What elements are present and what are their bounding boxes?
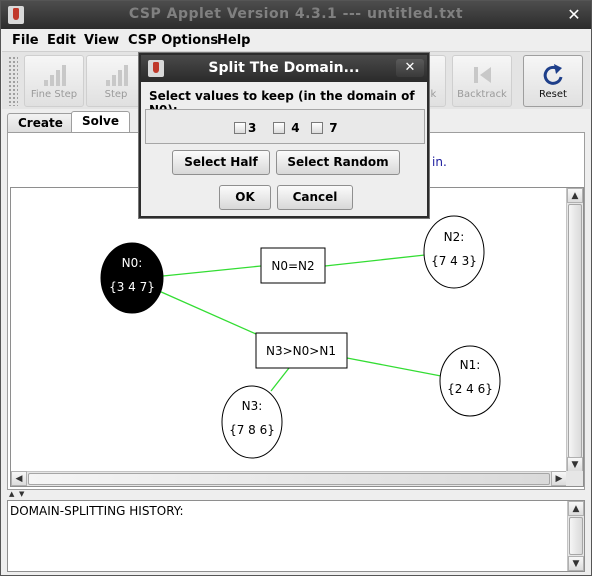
value-7-label: 7 xyxy=(329,121,338,135)
constraint-c2-label: N3>N0>N1 xyxy=(266,344,336,358)
edge-c2-n3 xyxy=(270,367,290,392)
scroll-corner xyxy=(566,471,583,486)
reset-label: Reset xyxy=(539,89,567,100)
value-3-label: 3 xyxy=(248,121,257,135)
constraint-c1[interactable]: N0=N2 xyxy=(260,247,326,284)
reset-button[interactable]: Reset xyxy=(523,55,583,107)
menubar: File Edit View CSP Options Help xyxy=(2,30,590,51)
horizontal-scroll-thumb[interactable] xyxy=(28,473,550,485)
reset-icon xyxy=(543,64,563,85)
edge-c1-n2 xyxy=(324,254,426,267)
graph-canvas[interactable]: N0: {3 4 7} N2: {7 4 3} N1: {2 4 6} N3: … xyxy=(11,188,567,472)
history-label: DOMAIN-SPLITTING HISTORY: xyxy=(10,504,184,518)
scroll-down-icon[interactable]: ▼ xyxy=(567,457,583,472)
message-text: in. xyxy=(432,155,447,169)
scroll-up-icon[interactable]: ▲ xyxy=(568,501,584,516)
variable-n0-domain: {3 4 7} xyxy=(109,280,155,294)
fine-step-label: Fine Step xyxy=(30,89,78,100)
cancel-button[interactable]: Cancel xyxy=(277,185,353,210)
collapse-down-icon[interactable]: ▼ xyxy=(19,490,24,498)
dialog-close-icon[interactable]: ✕ xyxy=(396,59,424,77)
scroll-right-icon[interactable]: ▶ xyxy=(551,471,567,486)
variable-n1-domain: {2 4 6} xyxy=(447,382,493,396)
scroll-up-icon[interactable]: ▲ xyxy=(567,188,583,203)
vertical-scroll-thumb[interactable] xyxy=(568,204,582,458)
history-panel: DOMAIN-SPLITTING HISTORY: ▲ ▼ xyxy=(7,500,585,572)
backtrack-button[interactable]: Backtrack xyxy=(452,55,512,107)
graph-horizontal-scrollbar[interactable]: ◀ ▶ xyxy=(11,471,567,486)
history-scroll-thumb[interactable] xyxy=(569,517,583,555)
scroll-left-icon[interactable]: ◀ xyxy=(11,471,27,486)
dialog-titlebar[interactable]: Split The Domain... ✕ xyxy=(141,55,427,82)
split-pane-divider[interactable]: ▲ ▼ xyxy=(7,490,585,499)
tab-solve[interactable]: Solve xyxy=(71,111,130,132)
split-domain-dialog: Split The Domain... ✕ Select values to k… xyxy=(139,53,429,218)
variable-n2-domain: {7 4 3} xyxy=(431,254,477,268)
graph-scroll-pane: N0: {3 4 7} N2: {7 4 3} N1: {2 4 6} N3: … xyxy=(10,187,584,487)
bars-icon xyxy=(44,65,66,86)
tab-create[interactable]: Create xyxy=(7,113,74,132)
window-close-icon[interactable]: ✕ xyxy=(565,6,583,24)
variable-n1-label: N1: xyxy=(460,358,481,372)
toolbar-grip[interactable] xyxy=(8,56,18,106)
backtrack-label: Backtrack xyxy=(457,89,507,100)
value-4-label: 4 xyxy=(291,121,300,135)
edge-c2-n1 xyxy=(346,357,442,377)
menu-edit[interactable]: Edit xyxy=(47,33,76,48)
bars-icon xyxy=(106,65,128,86)
window-title: CSP Applet Version 4.3.1 --- untitled.tx… xyxy=(128,6,464,22)
domain-values-box: 3 4 7 xyxy=(145,109,425,144)
select-random-button[interactable]: Select Random xyxy=(276,150,400,175)
variable-n0[interactable]: N0: {3 4 7} xyxy=(100,242,164,314)
menu-csp-options[interactable]: CSP Options xyxy=(128,33,218,48)
dialog-title: Split The Domain... xyxy=(208,60,360,76)
value-checkbox-4[interactable]: 4 xyxy=(273,121,300,135)
edge-n0-c2 xyxy=(158,290,257,335)
step-button[interactable]: Step xyxy=(86,55,146,107)
variable-n1[interactable]: N1: {2 4 6} xyxy=(439,345,501,417)
select-half-button[interactable]: Select Half xyxy=(172,150,270,175)
ok-button[interactable]: OK xyxy=(219,185,271,210)
menu-file[interactable]: File xyxy=(12,33,39,48)
variable-n3-domain: {7 8 6} xyxy=(229,423,275,437)
step-label: Step xyxy=(104,89,128,100)
graph-vertical-scrollbar[interactable]: ▲ ▼ xyxy=(566,188,583,472)
menu-help[interactable]: Help xyxy=(217,33,250,48)
checkbox-icon[interactable] xyxy=(234,122,246,134)
checkbox-icon[interactable] xyxy=(273,122,285,134)
graph-svg: N0: {3 4 7} N2: {7 4 3} N1: {2 4 6} N3: … xyxy=(100,215,501,459)
value-checkbox-3[interactable]: 3 xyxy=(234,121,256,135)
variable-n2-label: N2: xyxy=(444,230,465,244)
menu-view[interactable]: View xyxy=(84,33,119,48)
constraint-c2[interactable]: N3>N0>N1 xyxy=(255,332,348,369)
constraint-c1-label: N0=N2 xyxy=(271,259,314,273)
edge-n0-c1 xyxy=(162,265,262,277)
variable-n2[interactable]: N2: {7 4 3} xyxy=(423,215,485,289)
variable-n3-label: N3: xyxy=(242,399,263,413)
scroll-down-icon[interactable]: ▼ xyxy=(568,556,584,571)
variable-n0-label: N0: xyxy=(122,256,143,270)
value-checkbox-7[interactable]: 7 xyxy=(311,121,338,135)
collapse-up-icon[interactable]: ▲ xyxy=(9,490,14,498)
window-titlebar: CSP Applet Version 4.3.1 --- untitled.tx… xyxy=(1,1,591,29)
fine-step-button[interactable]: Fine Step xyxy=(24,55,84,107)
variable-n3[interactable]: N3: {7 8 6} xyxy=(221,385,283,459)
backtrack-icon xyxy=(474,67,491,83)
checkbox-icon[interactable] xyxy=(311,122,323,134)
history-vertical-scrollbar[interactable]: ▲ ▼ xyxy=(567,501,584,571)
